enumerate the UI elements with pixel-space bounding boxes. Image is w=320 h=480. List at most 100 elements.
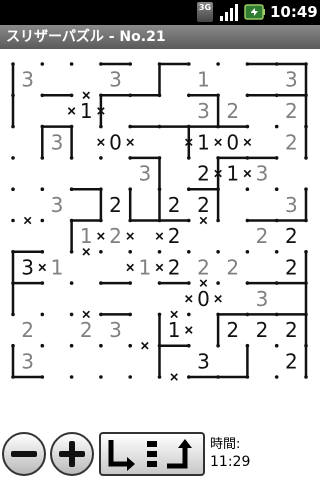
grid-dot	[187, 281, 191, 285]
up-turn-arrow-icon[interactable]	[167, 439, 192, 469]
edge-cross[interactable]	[185, 326, 193, 334]
cell-clue[interactable]: 0	[226, 130, 239, 154]
edge-cross[interactable]	[67, 107, 76, 115]
cell-clue[interactable]: 2	[197, 193, 210, 217]
edge-cross[interactable]	[82, 91, 91, 100]
puzzle-board[interactable]: 3313132230102321332223122223112222032231…	[0, 49, 320, 419]
grid-dot	[69, 218, 74, 223]
cell-clue[interactable]: 1	[168, 318, 181, 342]
edge-cross[interactable]	[199, 279, 208, 287]
cell-clue[interactable]: 1	[197, 68, 210, 92]
cell-clue[interactable]: 2	[109, 193, 122, 217]
grid-dot	[274, 312, 279, 317]
grid-dot	[128, 375, 132, 379]
edge-cross[interactable]	[126, 263, 134, 272]
cell-clue[interactable]: 2	[256, 224, 269, 248]
cell-clue[interactable]: 3	[197, 349, 210, 373]
cell-clue[interactable]: 3	[285, 68, 298, 92]
edge-cross[interactable]	[155, 263, 164, 272]
edge-cross[interactable]	[199, 216, 208, 225]
grid-dot	[99, 156, 103, 160]
grid-dot	[157, 93, 162, 98]
cell-clue[interactable]: 1	[197, 130, 210, 154]
cell-clue[interactable]: 3	[197, 99, 210, 123]
grid-dot	[157, 62, 162, 66]
grid-dot	[187, 218, 191, 223]
cell-clue[interactable]: 2	[256, 318, 269, 342]
cell-clue[interactable]: 1	[80, 224, 93, 248]
list-icon[interactable]	[147, 441, 157, 467]
cell-clue[interactable]: 3	[21, 255, 34, 279]
cell-clue[interactable]: 2	[226, 99, 239, 123]
edge-cross[interactable]	[243, 169, 252, 178]
edge-cross[interactable]	[170, 310, 178, 319]
cell-clue[interactable]: 3	[256, 162, 269, 186]
edge-cross[interactable]	[214, 138, 222, 147]
zoom-out-button[interactable]	[2, 432, 46, 476]
cell-clue[interactable]: 3	[109, 68, 122, 92]
cell-clue[interactable]: 2	[285, 130, 298, 154]
cell-clue[interactable]: 1	[138, 255, 151, 279]
cell-clue[interactable]: 2	[226, 318, 239, 342]
grid-dot	[11, 156, 15, 160]
cell-clue[interactable]: 3	[109, 318, 122, 342]
grid-dot	[128, 218, 132, 223]
edge-cross[interactable]	[97, 138, 105, 147]
edge-cross[interactable]	[23, 216, 32, 225]
cell-clue[interactable]: 3	[21, 349, 34, 373]
cell-clue[interactable]: 3	[285, 193, 298, 217]
grid-dot	[304, 375, 308, 379]
grid-dot	[69, 124, 74, 129]
cell-clue[interactable]: 2	[109, 224, 122, 248]
grid-dot	[99, 124, 103, 129]
grid-dot	[40, 375, 45, 379]
cell-clue[interactable]: 2	[285, 224, 298, 248]
corner-arrow-icon[interactable]	[108, 440, 135, 471]
zoom-in-button[interactable]	[50, 432, 94, 476]
edge-cross[interactable]	[155, 232, 164, 240]
input-mode-selector[interactable]	[99, 432, 205, 476]
cell-clue[interactable]: 2	[168, 193, 181, 217]
grid-dot	[245, 93, 250, 98]
edge-cross[interactable]	[141, 341, 149, 350]
cell-clue[interactable]: 2	[80, 318, 93, 342]
cell-clue[interactable]: 2	[168, 224, 181, 248]
cell-clue[interactable]: 3	[256, 287, 269, 311]
edge-cross[interactable]	[82, 310, 91, 319]
edge-cross[interactable]	[126, 232, 134, 240]
edge-cross[interactable]	[185, 294, 193, 303]
cell-clue[interactable]: 2	[197, 162, 210, 186]
cell-clue[interactable]: 2	[285, 318, 298, 342]
cell-clue[interactable]: 2	[21, 318, 34, 342]
cell-clue[interactable]: 2	[285, 99, 298, 123]
cell-clue[interactable]: 3	[51, 193, 64, 217]
edge-cross[interactable]	[214, 294, 222, 303]
cell-clue[interactable]: 0	[109, 130, 122, 154]
grid-dot	[274, 156, 279, 160]
cell-clue[interactable]: 2	[285, 255, 298, 279]
puzzle-grid[interactable]: 3 3 1 31 3 2 23 0 1 0 23 2 1 33 2 2 2 31 2 2 2 23 1 1 2 2 2 20 32 2 3 1…	[0, 49, 320, 419]
edge-cross[interactable]	[170, 373, 178, 381]
cell-clue[interactable]: 2	[168, 255, 181, 279]
cell-clue[interactable]: 1	[51, 255, 64, 279]
cell-clue[interactable]: 1	[226, 162, 239, 186]
grid-dot	[274, 218, 279, 223]
cell-clue[interactable]: 2	[197, 255, 210, 279]
grid-dot	[304, 93, 308, 98]
grid-dot	[187, 187, 191, 191]
edge-cross[interactable]	[126, 138, 134, 147]
grid-dot	[216, 281, 220, 285]
edge-cross[interactable]	[243, 138, 252, 147]
grid-dot	[69, 375, 74, 379]
cell-clue[interactable]: 3	[51, 130, 64, 154]
cell-clue[interactable]: 1	[80, 99, 93, 123]
edge-cross[interactable]	[97, 232, 105, 240]
edge-cross[interactable]	[82, 248, 91, 256]
grid-dot	[11, 312, 15, 317]
cell-clue[interactable]: 2	[226, 255, 239, 279]
edge-cross[interactable]	[38, 263, 47, 272]
cell-clue[interactable]: 3	[21, 68, 34, 92]
cell-clue[interactable]: 3	[138, 162, 151, 186]
cell-clue[interactable]: 0	[197, 287, 210, 311]
cell-clue[interactable]: 2	[285, 349, 298, 373]
